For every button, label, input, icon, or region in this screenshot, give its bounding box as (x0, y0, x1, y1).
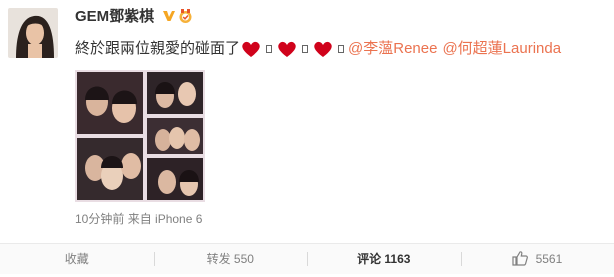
like-button[interactable]: 5561 (461, 244, 614, 274)
photo[interactable] (145, 116, 205, 156)
heart-emoji-icon (241, 40, 261, 58)
repost-label: 转发 550 (207, 252, 254, 266)
photo-collage[interactable] (75, 70, 205, 202)
photo[interactable] (75, 136, 145, 202)
photo[interactable] (75, 70, 145, 136)
mention-link[interactable]: @何超蓮Laurinda (442, 38, 561, 60)
post-meta: 10分钟前 来自 iPhone 6 (75, 210, 202, 227)
heart-emoji-icon (313, 40, 333, 58)
like-count: 5561 (536, 252, 563, 266)
avatar[interactable] (8, 8, 58, 58)
missing-glyph-icon (266, 45, 272, 53)
photo[interactable] (145, 70, 205, 116)
comment-label: 评论 1163 (357, 252, 410, 266)
username[interactable]: GEM鄧紫棋 (75, 8, 154, 26)
source-label[interactable]: 来自 iPhone 6 (128, 212, 203, 226)
mention-link[interactable]: @李薀Renee (348, 38, 437, 60)
collect-label: 收藏 (65, 252, 89, 266)
post-text-main: 終於跟兩位親愛的碰面了 (75, 38, 240, 60)
timestamp[interactable]: 10分钟前 (75, 212, 124, 226)
missing-glyph-icon (338, 45, 344, 53)
thumbs-up-icon (512, 247, 528, 262)
member-medal-icon[interactable] (178, 9, 193, 24)
repost-button[interactable]: 转发 550 (154, 244, 308, 274)
photo[interactable] (145, 156, 205, 202)
verified-v-icon[interactable] (162, 9, 176, 23)
action-bar: 收藏 转发 550 评论 1163 5561 (0, 243, 614, 274)
collect-button[interactable]: 收藏 (0, 244, 154, 274)
heart-emoji-icon (277, 40, 297, 58)
comment-button[interactable]: 评论 1163 (307, 244, 461, 274)
post-text: 終於跟兩位親愛的碰面了 @李薀Renee @何超蓮Laurinda (75, 38, 561, 60)
missing-glyph-icon (302, 45, 308, 53)
